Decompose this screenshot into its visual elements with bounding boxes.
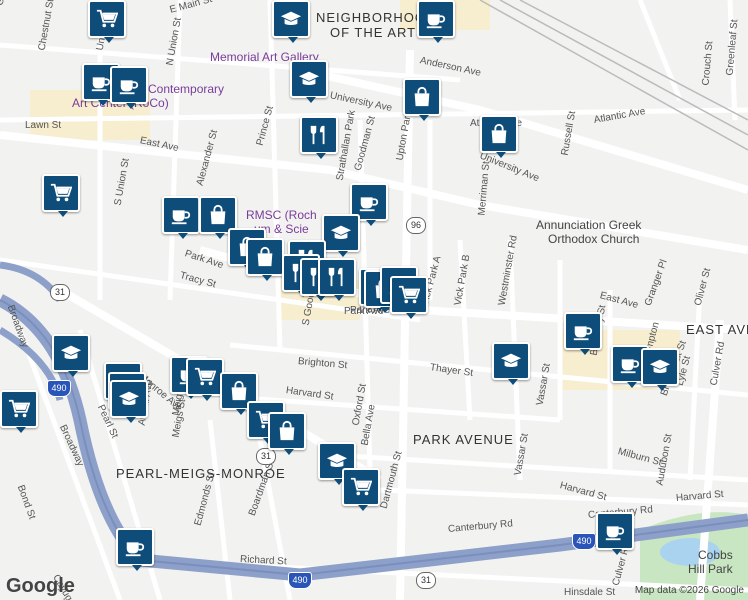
poi-label[interactable]: Cobbs — [698, 548, 733, 562]
map-canvas[interactable]: NEIGHBORHOOD OF THE ARTS PARK AVENUE PEA… — [0, 0, 748, 600]
cart-marker-icon[interactable] — [390, 276, 428, 319]
poi-label[interactable]: RMSC (Roch — [246, 208, 317, 222]
food-marker-icon[interactable] — [300, 116, 338, 159]
interstate-shield: 490 — [47, 380, 71, 397]
school-marker-icon[interactable] — [641, 348, 679, 391]
area-label: EAST AVE — [686, 322, 748, 337]
cart-marker-icon[interactable] — [342, 468, 380, 511]
school-marker-icon[interactable] — [322, 214, 360, 257]
street-label: Richard St — [239, 554, 287, 568]
school-marker-icon[interactable] — [52, 334, 90, 377]
coffee-marker-icon[interactable] — [116, 528, 154, 571]
cart-marker-icon[interactable] — [88, 0, 126, 43]
school-marker-icon[interactable] — [492, 342, 530, 385]
coffee-marker-icon[interactable] — [110, 66, 148, 109]
bag-marker-icon[interactable] — [268, 412, 306, 455]
route-shield: 96 — [406, 217, 426, 234]
food-marker-icon[interactable] — [318, 258, 356, 301]
area-label: PARK AVENUE — [413, 432, 514, 447]
bag-marker-icon[interactable] — [480, 115, 518, 158]
attribution[interactable]: Map data ©2026 Google — [635, 585, 744, 596]
coffee-marker-icon[interactable] — [162, 196, 200, 239]
interstate-shield: 490 — [288, 572, 312, 589]
school-marker-icon[interactable] — [290, 60, 328, 103]
area-label: OF THE ARTS — [330, 25, 426, 40]
poi-label[interactable]: Orthodox Church — [548, 232, 639, 246]
bag-marker-icon[interactable] — [246, 238, 284, 281]
coffee-marker-icon[interactable] — [417, 0, 455, 43]
poi-label[interactable]: Contemporary — [148, 82, 224, 96]
school-marker-icon[interactable] — [272, 0, 310, 43]
poi-label[interactable]: Hill Park — [688, 562, 733, 576]
cart-marker-icon[interactable] — [186, 358, 224, 401]
route-shield: 31 — [416, 572, 436, 589]
coffee-marker-icon[interactable] — [596, 512, 634, 555]
route-shield: 31 — [256, 448, 276, 465]
street-label: Hinsdale St — [564, 587, 616, 598]
interstate-shield: 490 — [572, 533, 596, 550]
cart-marker-icon[interactable] — [0, 390, 38, 433]
street-label: Lawn St — [25, 120, 62, 131]
bag-marker-icon[interactable] — [403, 78, 441, 121]
google-logo: Google — [6, 575, 75, 597]
school-marker-icon[interactable] — [110, 380, 148, 423]
cart-marker-icon[interactable] — [42, 174, 80, 217]
route-shield: 31 — [50, 284, 70, 301]
coffee-marker-icon[interactable] — [564, 312, 602, 355]
poi-label[interactable]: Annunciation Greek — [536, 218, 641, 232]
